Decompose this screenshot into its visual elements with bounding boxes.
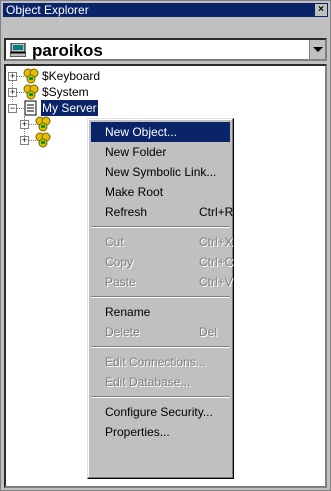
computer-icon [10, 43, 26, 57]
tree-item-my-server[interactable]: − My Server [6, 100, 206, 116]
menu-item-label: Configure Security... [105, 405, 213, 419]
menu-separator [91, 396, 230, 398]
menu-item-cut[interactable]: Cut Ctrl+X [91, 232, 233, 252]
expand-icon[interactable]: + [20, 120, 29, 129]
tree-item-label: $Keyboard [42, 69, 101, 83]
menu-item-make-root[interactable]: Make Root [91, 182, 230, 202]
tree-item-keyboard[interactable]: + $Keyboard [6, 68, 206, 84]
context-menu: New Object... New Folder New Symbolic Li… [87, 118, 234, 479]
object-cluster-icon [23, 68, 39, 84]
menu-item-refresh[interactable]: Refresh Ctrl+R [91, 202, 234, 222]
menu-item-label: Delete [105, 325, 140, 339]
server-name: paroikos [32, 41, 103, 60]
menu-item-paste[interactable]: Paste Ctrl+V [91, 272, 233, 292]
dropdown-button[interactable] [309, 40, 325, 59]
menu-item-label: New Object... [105, 125, 178, 139]
menu-item-label: Refresh [105, 205, 148, 219]
menu-item-properties[interactable]: Properties... [91, 422, 230, 442]
collapse-icon[interactable]: − [8, 104, 17, 113]
object-cluster-icon [23, 84, 39, 100]
tree-item-child[interactable]: + [6, 132, 86, 148]
menu-item-shortcut: Ctrl+C [199, 255, 234, 269]
menu-separator [91, 346, 230, 348]
server-dropdown[interactable]: paroikos [4, 38, 327, 61]
menu-item-label: New Folder [105, 145, 167, 159]
tree-item-label: My Server [41, 100, 98, 116]
menu-item-label: Properties... [105, 425, 170, 439]
title-bar[interactable]: Object Explorer × [3, 3, 328, 17]
menu-item-delete[interactable]: Delete Del [91, 322, 230, 342]
menu-item-shortcut: Ctrl+V [199, 275, 233, 289]
object-cluster-icon [35, 132, 51, 148]
menu-item-rename[interactable]: Rename [91, 302, 230, 322]
menu-item-label: Cut [105, 235, 124, 249]
menu-item-edit-connections[interactable]: Edit Connections... [91, 352, 230, 372]
menu-item-shortcut: Ctrl+R [199, 205, 234, 219]
object-cluster-icon [35, 116, 51, 132]
tree-item-child[interactable]: + [6, 116, 86, 132]
document-icon [24, 100, 37, 116]
expand-icon[interactable]: + [8, 88, 17, 97]
expand-icon[interactable]: + [20, 136, 29, 145]
menu-item-label: Edit Database... [105, 375, 191, 389]
menu-item-label: Rename [105, 305, 151, 319]
menu-separator [91, 296, 230, 298]
chevron-down-icon [313, 47, 323, 52]
menu-item-new-symbolic-link[interactable]: New Symbolic Link... [91, 162, 230, 182]
window-title: Object Explorer [6, 3, 89, 17]
expand-icon[interactable]: + [8, 72, 17, 81]
menu-item-configure-security[interactable]: Configure Security... [91, 402, 230, 422]
menu-item-label: Copy [105, 255, 134, 269]
menu-item-copy[interactable]: Copy Ctrl+C [91, 252, 234, 272]
menu-item-new-object[interactable]: New Object... [91, 122, 230, 142]
menu-item-label: Paste [105, 275, 136, 289]
tree-item-label: $System [42, 85, 89, 99]
close-icon[interactable]: × [315, 4, 327, 16]
tree-item-system[interactable]: + $System [6, 84, 206, 100]
menu-item-label: Make Root [105, 185, 164, 199]
menu-item-shortcut: Del [199, 325, 218, 339]
menu-item-label: Edit Connections... [105, 355, 206, 369]
menu-separator [91, 226, 230, 228]
menu-item-edit-database[interactable]: Edit Database... [91, 372, 230, 392]
menu-item-shortcut: Ctrl+X [199, 235, 233, 249]
object-explorer-window: Object Explorer × paroikos + $Keyboard +… [0, 0, 331, 491]
menu-item-new-folder[interactable]: New Folder [91, 142, 230, 162]
menu-item-label: New Symbolic Link... [105, 165, 217, 179]
